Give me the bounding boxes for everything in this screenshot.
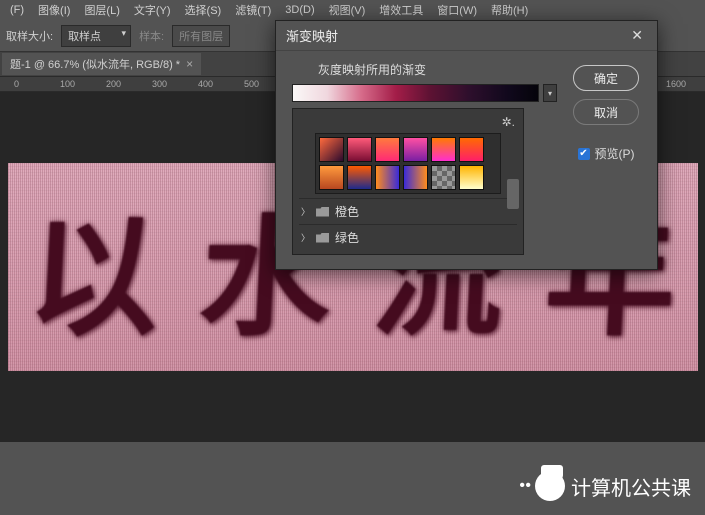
menu-filter[interactable]: 滤镜(T) (229, 0, 277, 20)
ruler-tick: 100 (60, 79, 75, 89)
menu-layer[interactable]: 图层(L) (78, 0, 125, 20)
ruler-tick: 400 (198, 79, 213, 89)
sample-size-dropdown[interactable]: 取样点 (61, 25, 131, 47)
menubar: (F) 图像(I) 图层(L) 文字(Y) 选择(S) 滤镜(T) 3D(D) … (0, 0, 705, 20)
watermark-dots-icon: • • (519, 477, 529, 495)
preset-swatch[interactable] (459, 165, 484, 190)
preset-swatch[interactable] (319, 165, 344, 190)
ruler-tick: 1600 (666, 79, 686, 89)
preset-swatch[interactable] (431, 137, 456, 162)
chevron-right-icon: 〉 (301, 205, 310, 218)
preset-swatch[interactable] (403, 165, 428, 190)
folder-icon (316, 207, 329, 217)
folder-icon (316, 233, 329, 243)
folder-label: 橙色 (335, 203, 359, 220)
preset-swatch[interactable] (375, 137, 400, 162)
wechat-icon (535, 471, 565, 501)
menu-help[interactable]: 帮助(H) (485, 0, 534, 20)
preset-swatch[interactable] (347, 137, 372, 162)
menu-view[interactable]: 视图(V) (323, 0, 372, 20)
chevron-right-icon: 〉 (301, 231, 310, 244)
sample-value[interactable]: 所有图层 (172, 25, 230, 47)
document-tab[interactable]: 题-1 @ 66.7% (似水流年, RGB/8) * × (2, 53, 201, 75)
tab-title: 题-1 @ 66.7% (似水流年, RGB/8) * (10, 56, 180, 72)
folder-label: 绿色 (335, 229, 359, 246)
ruler-tick: 0 (14, 79, 19, 89)
gradient-map-dialog: 渐变映射 ✕ 灰度映射所用的渐变 ▾ ✲. (275, 20, 658, 270)
watermark-text: 计算机公共课 (571, 472, 691, 501)
menu-type[interactable]: 文字(Y) (128, 0, 177, 20)
tab-close-icon[interactable]: × (186, 57, 193, 71)
gradient-dropdown-button[interactable]: ▾ (543, 84, 557, 102)
menu-file[interactable]: (F) (4, 2, 30, 18)
close-icon[interactable]: ✕ (627, 27, 647, 44)
preview-checkbox-row[interactable]: ✔ 预览(P) (578, 145, 635, 162)
dialog-titlebar[interactable]: 渐变映射 ✕ (276, 21, 657, 51)
menu-3d[interactable]: 3D(D) (279, 2, 320, 18)
group-label: 灰度映射所用的渐变 (288, 61, 557, 78)
menu-select[interactable]: 选择(S) (179, 0, 228, 20)
watermark: • • 计算机公共课 (519, 471, 691, 501)
sample-size-label: 取样大小: (6, 28, 53, 44)
preset-folder-green[interactable]: 〉 绿色 (299, 224, 517, 250)
preset-folder-orange[interactable]: 〉 橙色 (299, 198, 517, 224)
menu-plugins[interactable]: 增效工具 (373, 0, 429, 20)
cancel-button[interactable]: 取消 (573, 99, 639, 125)
preset-swatch[interactable] (459, 137, 484, 162)
gear-icon[interactable]: ✲. (502, 115, 515, 129)
preview-label: 预览(P) (595, 145, 635, 162)
checkbox-checked-icon[interactable]: ✔ (578, 148, 590, 160)
preset-swatch[interactable] (431, 165, 456, 190)
preset-swatch-grid (315, 133, 501, 194)
preset-swatch[interactable] (403, 137, 428, 162)
preset-swatch[interactable] (347, 165, 372, 190)
ruler-tick: 500 (244, 79, 259, 89)
ink-char-1: 以 (24, 173, 164, 361)
preset-swatch[interactable] (375, 165, 400, 190)
ok-button[interactable]: 确定 (573, 65, 639, 91)
gradient-preset-panel: ✲. 〉 (292, 108, 524, 255)
menu-image[interactable]: 图像(I) (32, 0, 76, 20)
sample-label: 样本: (139, 28, 164, 44)
gradient-preview-bar[interactable] (292, 84, 539, 102)
dialog-title: 渐变映射 (286, 26, 338, 45)
ruler-tick: 300 (152, 79, 167, 89)
scrollbar-thumb[interactable] (507, 179, 519, 209)
preset-swatch[interactable] (319, 137, 344, 162)
ruler-tick: 200 (106, 79, 121, 89)
menu-window[interactable]: 窗口(W) (431, 0, 483, 20)
